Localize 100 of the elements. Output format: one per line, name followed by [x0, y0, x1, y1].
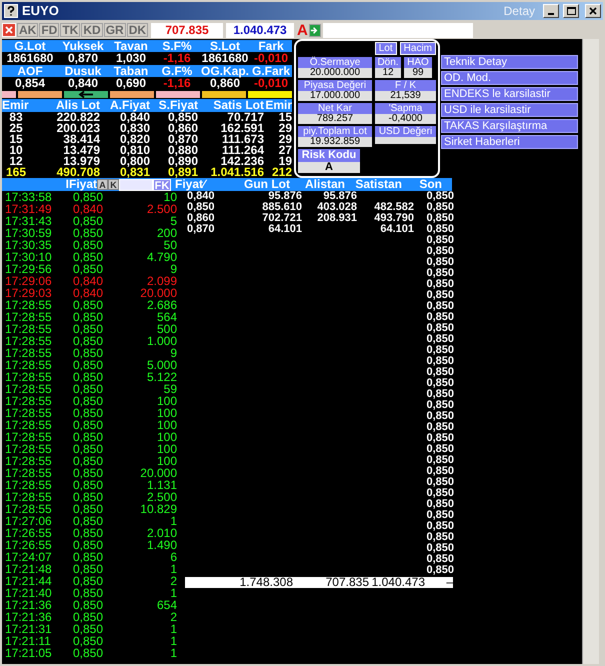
column-header: Satis Lot — [212, 99, 264, 112]
trade-price: 0,850 — [73, 479, 104, 491]
table-cell-text: 0,880 — [166, 145, 198, 156]
action-button[interactable]: USD ile karsilastir — [441, 103, 578, 117]
table-cell-text: 165 — [4, 167, 28, 178]
table-cell-text: 38.414 — [63, 134, 100, 145]
filter-button[interactable]: K — [108, 179, 119, 190]
column-header: Yuksek — [61, 40, 105, 52]
table-cell-text: 0,870 — [66, 52, 100, 64]
column-header: S.Fiyat — [158, 99, 198, 112]
action-button[interactable]: OD. Mod. — [441, 71, 578, 85]
trade-time: 17:21:31 — [5, 623, 53, 635]
table-cell-text: 0,850 — [425, 433, 454, 444]
trade-price: 0,850 — [73, 215, 104, 227]
trade-price: 0,850 — [73, 491, 104, 503]
toolbar-tab[interactable]: KD — [81, 23, 103, 37]
panel-tab[interactable]: Hacim — [400, 42, 436, 55]
table-cell-text: 0,850 — [425, 191, 454, 202]
action-button[interactable]: Sirket Haberleri — [441, 135, 578, 149]
table-cell-text: 0,850 — [425, 565, 454, 576]
table-cell-text: -1,16 — [162, 77, 192, 89]
trade-price: 0,850 — [73, 419, 104, 431]
trade-time: 17:28:55 — [5, 503, 53, 515]
trade-price: 0,850 — [73, 383, 104, 395]
table-cell-text: 0,800 — [118, 156, 150, 167]
table-cell-text: 0,850 — [425, 378, 454, 389]
table-cell-text: 0,850 — [425, 444, 454, 455]
table-cell-text: 0,850 — [425, 411, 454, 422]
table-cell-text: 0,840 — [187, 191, 216, 202]
trade-price: 0,850 — [73, 443, 104, 455]
trade-lot: 4.790 — [146, 251, 177, 263]
table-cell-text: 0,850 — [425, 499, 454, 510]
toolbar-tab[interactable]: FD — [39, 23, 60, 37]
table-cell-text: 0,850 — [425, 543, 454, 554]
arrow-right-icon[interactable] — [308, 24, 321, 36]
trade-price: 0,850 — [73, 635, 104, 647]
trade-lot: 1.131 — [146, 479, 177, 491]
column-header: Dusuk — [64, 65, 102, 77]
table-cell-text: 0,850 — [425, 400, 454, 411]
table-cell-text: 162.591 — [220, 123, 264, 134]
table-cell-text: 70.717 — [227, 112, 264, 123]
close-button[interactable] — [585, 4, 601, 18]
trade-lot: 100 — [156, 455, 177, 467]
trade-price: 0,840 — [73, 203, 104, 215]
trade-lot: 50 — [162, 239, 177, 251]
value-field: -0,4000 — [375, 114, 436, 124]
toolbar-tab[interactable]: AK — [17, 23, 38, 37]
value-field: 21,539 — [375, 91, 436, 101]
action-button[interactable]: TAKAS Karşılaştırma — [441, 119, 578, 133]
trade-lot: 100 — [156, 407, 177, 419]
action-button[interactable]: ENDEKS le karsilastir — [441, 87, 578, 101]
table-cell-text: -0,010 — [252, 52, 290, 64]
table-cell-text: 83 — [8, 112, 24, 123]
trade-lot: 1 — [169, 647, 177, 659]
value-field: 12 — [375, 68, 401, 78]
input-field[interactable] — [119, 178, 153, 190]
table-cell-text: 0,860 — [166, 123, 198, 134]
trade-lot: 100 — [156, 419, 177, 431]
trade-lot: 564 — [156, 311, 177, 323]
table-cell-text: 0,850 — [187, 202, 216, 213]
column-header: Taban — [112, 65, 150, 77]
table-cell-text: 0,850 — [425, 246, 454, 257]
maximize-button[interactable] — [563, 4, 579, 18]
table-cell-text: 0,820 — [118, 134, 150, 145]
toolbar-tab[interactable]: GR — [104, 23, 126, 37]
help-icon[interactable] — [4, 4, 18, 18]
trade-time: 17:28:55 — [5, 419, 53, 431]
trade-time: 17:33:58 — [5, 191, 53, 203]
trade-price: 0,850 — [73, 311, 104, 323]
trade-lot: 1 — [169, 515, 177, 527]
trade-lot: 200 — [156, 227, 177, 239]
column-header: OG.Kap. — [200, 65, 250, 77]
field-label: Ö.Sermaye — [298, 57, 372, 68]
filter-button[interactable]: A — [97, 179, 108, 190]
table-cell-text: 0,870 — [187, 224, 216, 235]
trade-time: 17:28:55 — [5, 455, 53, 467]
table-cell-text: 0,850 — [425, 345, 454, 356]
total-value: 1.748.308 — [238, 577, 293, 588]
input-field[interactable] — [322, 22, 473, 38]
toolbar-tab[interactable]: TK — [60, 23, 80, 37]
trade-price: 0,850 — [73, 347, 104, 359]
column-header: Alistan — [304, 178, 345, 191]
fk-button[interactable]: FK — [153, 178, 171, 190]
detail-label[interactable]: Detay — [504, 2, 535, 20]
trade-lot: 10 — [162, 191, 177, 203]
trade-time: 17:28:55 — [5, 359, 53, 371]
table-cell-text: 403.028 — [316, 202, 357, 213]
trade-time: 17:26:55 — [5, 527, 53, 539]
toolbar-tab[interactable]: DK — [126, 23, 148, 37]
trade-time: 17:28:55 — [5, 467, 53, 479]
trade-price: 0,850 — [73, 503, 104, 515]
trade-lot: 500 — [156, 323, 177, 335]
panel-tab[interactable]: Lot — [374, 42, 397, 55]
table-cell-text: 29 — [278, 123, 292, 134]
trade-lot: 2.686 — [146, 299, 177, 311]
close-icon[interactable] — [2, 23, 16, 37]
action-button[interactable]: Teknik Detay — [441, 55, 578, 69]
minimize-button[interactable] — [543, 4, 559, 18]
scrollbar[interactable] — [582, 39, 599, 664]
trade-lot: 100 — [156, 395, 177, 407]
